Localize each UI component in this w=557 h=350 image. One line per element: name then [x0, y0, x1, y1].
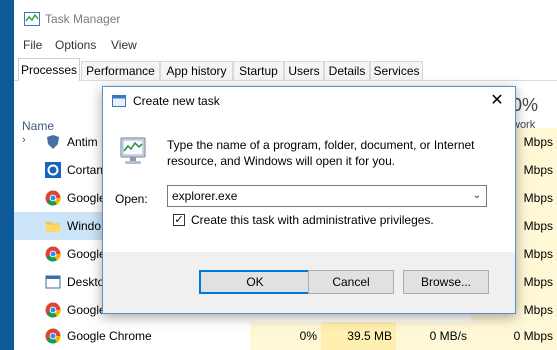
tab-details[interactable]: Details — [324, 61, 370, 80]
tab-services[interactable]: Services — [370, 61, 423, 80]
desktop-background — [0, 0, 14, 350]
create-new-task-dialog: Create new task ✕ Type the name of a pro… — [102, 86, 516, 314]
process-disk: 0 MB/s — [396, 322, 471, 350]
window-icon — [45, 275, 61, 289]
chevron-down-icon[interactable]: ⌄ — [469, 188, 485, 204]
dialog-description: Type the name of a program, folder, docu… — [167, 138, 475, 168]
process-name: Cortan — [67, 163, 104, 177]
process-name: Google — [67, 303, 106, 317]
process-name: Google Chrome — [67, 329, 152, 343]
run-icon — [112, 95, 126, 107]
chrome-icon — [45, 190, 61, 206]
tab-processes[interactable]: Processes — [18, 58, 80, 81]
task-manager-monitor-icon — [120, 137, 146, 164]
process-name: Google — [67, 191, 106, 205]
shield-icon — [47, 135, 59, 149]
admin-checkbox-label[interactable]: Create this task with administrative pri… — [191, 213, 434, 227]
close-icon[interactable]: ✕ — [485, 90, 509, 112]
chrome-icon — [45, 246, 61, 262]
menu-view[interactable]: View — [111, 38, 137, 52]
process-name: Deskto — [67, 275, 105, 289]
dialog-title: Create new task — [133, 94, 220, 108]
folder-icon — [46, 222, 60, 232]
menu-bar: File Options View — [14, 36, 557, 58]
open-label: Open: — [115, 192, 148, 206]
chevron-right-icon[interactable]: › — [22, 134, 26, 146]
tab-bar: Processes Performance App history Startu… — [14, 58, 557, 81]
cancel-button[interactable]: Cancel — [308, 270, 394, 294]
chrome-icon — [45, 328, 61, 344]
ok-button[interactable]: OK — [199, 270, 311, 294]
process-cpu: 0% — [250, 322, 321, 350]
browse-button[interactable]: Browse... — [403, 270, 489, 294]
process-memory: 39.5 MB — [321, 322, 396, 350]
tab-startup[interactable]: Startup — [233, 61, 284, 80]
process-name: Google — [67, 247, 106, 261]
cortana-icon — [45, 162, 61, 178]
admin-checkbox[interactable]: ✓ — [173, 214, 185, 226]
process-name: Windo — [67, 219, 102, 233]
table-row[interactable]: Google Chrome 0% 39.5 MB 0 MB/s 0 Mbps — [14, 322, 557, 350]
open-input[interactable] — [167, 185, 487, 207]
task-manager-titlebar: Task Manager — [14, 0, 557, 36]
tab-app-history[interactable]: App history — [160, 61, 233, 80]
chrome-icon — [45, 302, 61, 318]
task-manager-title: Task Manager — [45, 12, 121, 26]
process-name: Antim — [67, 135, 98, 149]
tab-users[interactable]: Users — [284, 61, 324, 80]
dialog-footer: OK Cancel Browse... — [103, 252, 515, 313]
menu-file[interactable]: File — [23, 38, 42, 52]
tab-performance[interactable]: Performance — [81, 61, 160, 80]
task-manager-icon — [24, 12, 40, 26]
process-network: 0 Mbps — [471, 322, 557, 350]
dialog-titlebar[interactable]: Create new task ✕ — [103, 87, 515, 115]
menu-options[interactable]: Options — [55, 38, 96, 52]
